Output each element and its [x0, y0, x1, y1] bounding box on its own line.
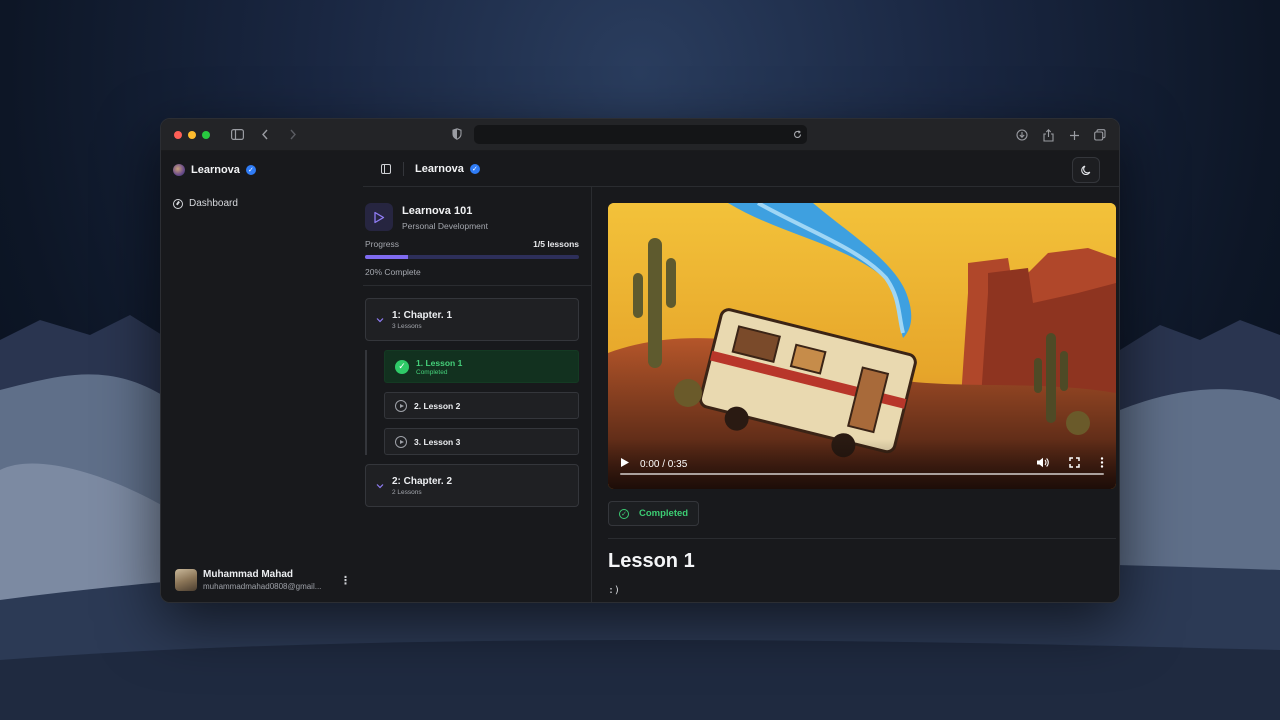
- forward-icon[interactable]: [284, 126, 302, 144]
- tab-overview-icon[interactable]: [1091, 126, 1109, 144]
- more-options-icon[interactable]: [1100, 455, 1104, 473]
- sidebar-item-label: Dashboard: [189, 198, 238, 209]
- brand-logo-icon: [173, 164, 185, 176]
- progress-fill: [365, 255, 408, 259]
- new-tab-icon[interactable]: [1065, 126, 1083, 144]
- progress-count: 1/5 lessons: [533, 239, 579, 249]
- divider: [608, 538, 1116, 539]
- window-controls: [174, 130, 210, 139]
- lesson-item[interactable]: 3. Lesson 3: [384, 428, 579, 455]
- check-circle-icon: ✓: [619, 508, 629, 519]
- moon-icon: [1080, 165, 1090, 175]
- lesson-description: :): [608, 585, 621, 596]
- user-profile[interactable]: Muhammad Mahad muhammadmahad0808@gmail..…: [175, 569, 351, 591]
- minimize-window-button[interactable]: [188, 130, 196, 139]
- lesson-heading: Lesson 1: [608, 550, 695, 572]
- panel-toggle-icon[interactable]: [381, 163, 391, 174]
- chapter-1[interactable]: 1: Chapter. 1 3 Lessons: [365, 298, 579, 341]
- video-time: 0:00 / 0:35: [640, 458, 688, 470]
- course-header: Learnova 101 Personal Development: [363, 203, 591, 231]
- progress-bar: [365, 255, 579, 259]
- verified-badge-icon: ✓: [469, 163, 480, 174]
- chapter-title: 1: Chapter. 1: [392, 309, 453, 321]
- lesson-content: Learnova 101 Personal Development Progre…: [363, 187, 1119, 602]
- completed-label: Completed: [639, 508, 689, 519]
- topbar-divider: [403, 161, 404, 176]
- sidebar-toggle-icon[interactable]: [228, 126, 246, 144]
- downloads-icon[interactable]: [1013, 126, 1031, 144]
- avatar: [175, 569, 197, 591]
- browser-titlebar: [161, 119, 1119, 151]
- video-progress-bar[interactable]: [620, 473, 1104, 475]
- close-window-button[interactable]: [174, 130, 182, 139]
- chevron-down-icon: [376, 315, 384, 325]
- brand[interactable]: Learnova ✓: [173, 164, 351, 176]
- share-icon[interactable]: [1039, 126, 1057, 144]
- volume-icon[interactable]: [1036, 455, 1049, 473]
- lesson-title: 1. Lesson 1: [416, 357, 463, 368]
- reload-icon[interactable]: [793, 126, 802, 144]
- progress-label: Progress: [365, 239, 400, 249]
- fullscreen-icon[interactable]: [1069, 455, 1080, 473]
- chapter-lesson-count: 3 Lessons: [392, 322, 422, 330]
- check-circle-icon: ✓: [395, 359, 409, 374]
- chapter-lesson-count: 2 Lessons: [392, 488, 422, 496]
- video-player[interactable]: 0:00 / 0:35: [608, 203, 1116, 489]
- browser-window: Learnova ✓ Dashboard Muhammad Mahad muha…: [160, 118, 1120, 603]
- lesson-item[interactable]: ✓ 1. Lesson 1 Completed: [384, 350, 579, 383]
- main-area: Learnova ✓ Learnova 101 Personal Develop…: [363, 151, 1119, 602]
- video-controls: 0:00 / 0:35: [608, 439, 1116, 489]
- app-sidebar: Learnova ✓ Dashboard Muhammad Mahad muha…: [161, 151, 363, 602]
- maximize-window-button[interactable]: [202, 130, 210, 139]
- topbar-title: Learnova: [415, 162, 464, 175]
- chapter-title: 2: Chapter. 2: [392, 475, 453, 487]
- brand-name: Learnova: [191, 164, 240, 176]
- chapter-2[interactable]: 2: Chapter. 2 2 Lessons: [365, 464, 579, 507]
- course-category: Personal Development: [402, 221, 488, 231]
- progress-percent: 20% Complete: [365, 267, 421, 277]
- user-name: Muhammad Mahad: [203, 569, 294, 580]
- chapter-1-lessons: ✓ 1. Lesson 1 Completed 2. Lesson 2 3. L…: [365, 350, 579, 455]
- sidebar-item-dashboard[interactable]: Dashboard: [173, 198, 351, 209]
- play-circle-icon: [395, 435, 407, 448]
- play-circle-icon: [395, 399, 407, 412]
- lesson-title: 3. Lesson 3: [414, 436, 461, 447]
- compass-icon: [173, 198, 183, 209]
- lesson-view: 0:00 / 0:35 ✓ Completed Lesson 1:): [592, 187, 1119, 602]
- privacy-shield-icon[interactable]: [452, 127, 462, 145]
- topbar-brand[interactable]: Learnova ✓: [415, 163, 480, 175]
- chevron-down-icon: [376, 481, 384, 491]
- lesson-title: 2. Lesson 2: [414, 400, 461, 411]
- divider: [363, 285, 591, 286]
- play-course-icon: [365, 203, 393, 231]
- progress-row: Progress 1/5 lessons: [363, 239, 591, 249]
- course-title: Learnova 101: [402, 205, 473, 217]
- lesson-status: Completed: [416, 368, 448, 376]
- verified-badge-icon: ✓: [245, 165, 256, 175]
- mark-completed-button[interactable]: ✓ Completed: [608, 501, 700, 526]
- more-vertical-icon[interactable]: ⋮: [340, 574, 351, 587]
- play-icon[interactable]: [620, 455, 630, 473]
- course-panel: Learnova 101 Personal Development Progre…: [363, 187, 592, 602]
- address-bar[interactable]: [474, 125, 807, 144]
- user-email: muhammadmahad0808@gmail...: [203, 582, 322, 591]
- app-root: Learnova ✓ Dashboard Muhammad Mahad muha…: [161, 151, 1119, 602]
- back-icon[interactable]: [256, 126, 274, 144]
- theme-toggle-button[interactable]: [1072, 157, 1100, 183]
- lesson-item[interactable]: 2. Lesson 2: [384, 392, 579, 419]
- topbar: Learnova ✓: [363, 151, 1119, 187]
